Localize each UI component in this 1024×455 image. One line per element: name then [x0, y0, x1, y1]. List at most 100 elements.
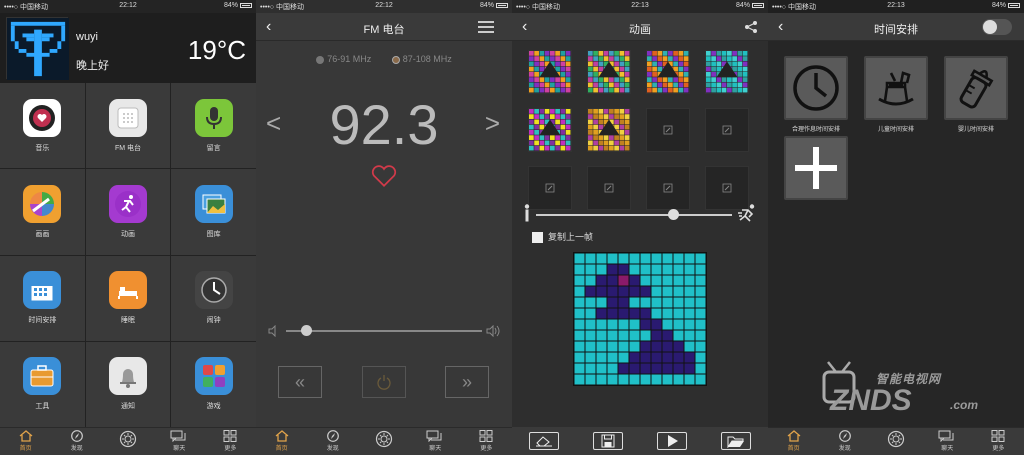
app-tile[interactable]: 闹钟	[171, 255, 256, 341]
tab-compass[interactable]: 发现	[307, 428, 358, 455]
animation-frame[interactable]	[587, 108, 631, 152]
bed-icon	[108, 271, 147, 310]
animation-frame[interactable]	[705, 50, 749, 94]
app-tile[interactable]: 图库	[171, 169, 256, 255]
tab-label: 聊天	[429, 446, 442, 452]
username: wuyi	[76, 31, 99, 43]
add-schedule-button[interactable]	[784, 136, 848, 200]
tab-grid[interactable]: 更多	[461, 428, 512, 455]
rewind-button[interactable]: «	[278, 366, 322, 398]
calendar-icon	[23, 271, 62, 310]
app-label: 通知	[120, 403, 135, 411]
tab-chat[interactable]: 聊天	[922, 428, 973, 455]
running-person-icon	[738, 204, 755, 222]
animation-frame[interactable]	[528, 50, 572, 94]
tab-compass[interactable]: 发现	[819, 428, 870, 455]
band-option-2[interactable]: 87-108 MHz	[391, 54, 452, 64]
tab-home[interactable]: 首页	[0, 428, 51, 455]
battery: 84%	[224, 2, 252, 9]
app-tile[interactable]: 游戏	[171, 341, 256, 427]
edit-icon	[545, 183, 555, 193]
home-header: wuyi 晚上好 19°C	[0, 13, 256, 83]
temperature: 19°C	[187, 35, 246, 65]
play-button[interactable]	[657, 432, 687, 450]
app-label: 工具	[35, 403, 50, 411]
power-button[interactable]	[362, 366, 406, 398]
tab-label: 首页	[19, 446, 32, 452]
favorite-heart-icon[interactable]	[371, 164, 397, 188]
app-tile[interactable]: 留言	[171, 83, 256, 169]
music-icon	[23, 98, 62, 137]
tab-home[interactable]: 首页	[256, 428, 307, 455]
animation-frame[interactable]	[646, 50, 690, 94]
page-title: FM 电台	[363, 24, 405, 36]
share-icon[interactable]	[744, 20, 758, 34]
schedule-item-children[interactable]	[864, 56, 928, 120]
copy-prev-frame-option[interactable]: 复制上一帧	[532, 230, 593, 244]
home-screen: ••••○ 中国移动 22:12 84% wuyi 晚上好 19°C 音乐 FM …	[0, 0, 256, 455]
light-icon	[102, 430, 153, 448]
empty-frame-slot[interactable]	[646, 108, 690, 152]
app-tile[interactable]: 画画	[0, 169, 85, 255]
clock-time: 22:13	[887, 2, 905, 9]
tab-label: 首页	[275, 446, 288, 452]
fast-forward-button[interactable]: »	[445, 366, 489, 398]
tab-light[interactable]	[102, 428, 153, 455]
next-station-button[interactable]: >	[485, 108, 500, 139]
speed-thumb[interactable]	[668, 209, 680, 220]
edit-icon	[604, 183, 614, 193]
eraser-icon	[536, 436, 552, 447]
schedule-item-routine[interactable]	[784, 56, 848, 120]
schedule-item-baby[interactable]	[944, 56, 1008, 120]
tab-label: 发现	[838, 446, 851, 452]
battery-icon	[240, 2, 252, 8]
tab-grid[interactable]: 更多	[205, 428, 256, 455]
znds-brand: ZNDS	[830, 384, 912, 417]
status-bar: ••••○ 中国移动 22:12 84%	[0, 0, 256, 13]
clock-icon	[194, 271, 233, 310]
app-tile[interactable]: FM 电台	[85, 83, 171, 169]
app-tile[interactable]: 音乐	[0, 83, 85, 169]
animation-frame[interactable]	[587, 50, 631, 94]
empty-frame-slot[interactable]	[705, 108, 749, 152]
copy-prev-frame-checkbox[interactable]	[532, 232, 543, 244]
open-folder-button[interactable]	[721, 432, 751, 450]
speed-track[interactable]	[536, 214, 732, 216]
app-tile[interactable]: 通知	[85, 341, 171, 427]
save-button[interactable]	[593, 432, 623, 450]
app-label: 音乐	[35, 144, 50, 152]
tab-chat[interactable]: 聊天	[154, 428, 205, 455]
tab-bar: 首页 发现 聊天 更多	[768, 427, 1024, 455]
edit-icon	[663, 125, 673, 135]
tab-compass[interactable]: 发现	[51, 428, 102, 455]
tab-grid[interactable]: 更多	[973, 428, 1024, 455]
speed-row	[522, 204, 758, 224]
app-tile[interactable]: 睡眠	[85, 255, 171, 341]
app-tile[interactable]: 工具	[0, 341, 85, 427]
editor-toolbar	[512, 427, 768, 455]
tab-label: 首页	[787, 446, 800, 452]
compass-icon	[307, 430, 358, 442]
tab-home[interactable]: 首页	[768, 428, 819, 455]
app-label: 留言	[206, 144, 221, 152]
tab-chat[interactable]: 聊天	[410, 428, 461, 455]
app-tile[interactable]: 时间安排	[0, 255, 85, 341]
tab-label: 聊天	[173, 446, 186, 452]
pixel-avatar[interactable]	[6, 17, 69, 80]
app-label: 睡眠	[120, 317, 135, 325]
menu-icon[interactable]	[478, 21, 494, 33]
app-tile[interactable]: 动画	[85, 169, 171, 255]
tab-light[interactable]	[870, 428, 921, 455]
volume-track[interactable]	[286, 330, 482, 332]
znds-watermark: 智能电视网 ZNDS .com	[822, 360, 1022, 420]
animation-frame[interactable]	[528, 108, 572, 152]
tab-light[interactable]	[358, 428, 409, 455]
pixel-editor-canvas[interactable]	[573, 252, 707, 386]
eraser-button[interactable]	[529, 432, 559, 450]
volume-thumb[interactable]	[300, 325, 312, 336]
battery-percent: 84%	[735, 2, 750, 9]
band-option-1[interactable]: 76-91 MHz	[316, 54, 371, 64]
schedule-toggle[interactable]	[982, 19, 1012, 35]
battery-percent: 84%	[479, 2, 494, 9]
save-icon	[601, 434, 615, 448]
